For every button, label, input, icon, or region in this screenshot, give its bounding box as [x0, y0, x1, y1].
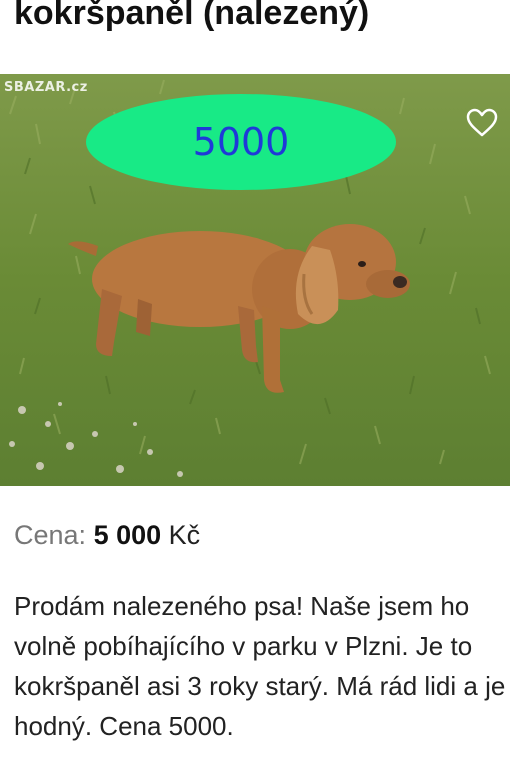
price-badge-text: 5000: [192, 120, 290, 164]
price-row: Cena: 5 000 Kč: [14, 520, 200, 551]
price-value: 5 000: [93, 520, 162, 550]
listing-description: Prodám nalezeného psa! Naše jsem ho voln…: [14, 591, 506, 741]
price-badge: 5000: [86, 94, 396, 190]
listing-photo[interactable]: SBAZAR.cz 5000: [0, 74, 510, 486]
heart-outline-icon[interactable]: [466, 108, 498, 138]
listing-title: kokršpaněl (nalezený): [14, 0, 370, 32]
photo-watermark: SBAZAR.cz: [4, 80, 88, 95]
price-currency: Kč: [168, 520, 201, 550]
price-label: Cena:: [14, 520, 87, 550]
